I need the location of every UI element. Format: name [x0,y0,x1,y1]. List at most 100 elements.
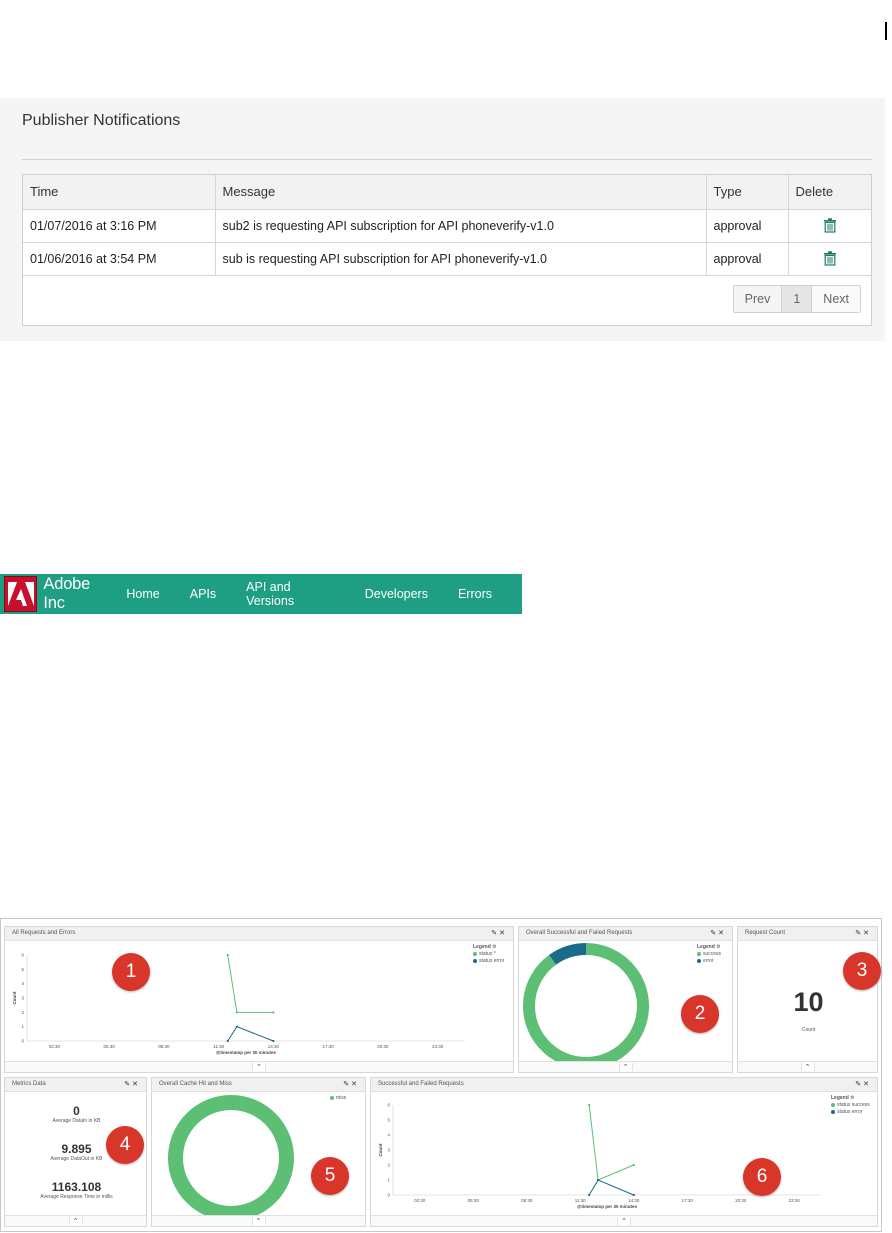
edit-icon[interactable]: ✎ [855,930,863,937]
collapse-caret-icon[interactable]: ⌃ [252,1063,266,1071]
x-tick-label: 05:30 [468,1198,480,1203]
callout-badge-3: 3 [843,952,881,990]
line-chart-success-failed: 0 1 2 3 4 5 6 02:30 05:30 08:30 11:30 14:30 17:30 20:… [378,1103,821,1209]
pagination: Prev 1 Next [732,285,861,313]
legend-item[interactable]: status * [473,951,504,958]
y-tick-label: 0 [21,1039,24,1044]
close-icon[interactable]: ✕ [718,930,726,937]
collapse-caret-icon[interactable]: ⌃ [617,1217,631,1225]
chart-legend: Legend ⚙ status success status error [831,1095,870,1116]
close-icon[interactable]: ✕ [132,1081,140,1088]
adobe-logo-icon [7,582,34,606]
legend-item[interactable]: status success [831,1102,870,1109]
nav-developers[interactable]: Developers [365,587,428,601]
x-tick-label: 02:30 [49,1044,61,1049]
edit-icon[interactable]: ✎ [855,1081,863,1088]
nav-api-and-versions[interactable]: API and Versions [246,580,335,608]
panel-title: All Requests and Errors [12,930,76,936]
row-time: 01/07/2016 at 3:16 PM [23,209,216,243]
x-tick-label: 20:30 [377,1044,389,1049]
notifications-title: Publisher Notifications [22,112,181,129]
y-tick-label: 4 [387,1133,390,1138]
collapse-caret-icon[interactable]: ⌃ [68,1217,83,1225]
close-icon[interactable]: ✕ [499,930,507,937]
chart-legend: miss [330,1095,346,1102]
panel-cache: Overall Cache Hit and Miss ✎✕ miss 5 ⌃ [151,1077,366,1227]
corner-mark [885,22,887,40]
panel-tools: ✎✕ [710,929,726,937]
close-icon[interactable]: ✕ [863,1081,871,1088]
y-tick-label: 3 [387,1148,390,1153]
collapse-caret-icon[interactable]: ⌃ [800,1063,815,1071]
panel-header: Overall Successful and Failed Requests ✎… [519,927,732,941]
donut-slice [523,943,649,1069]
x-tick-label: 11:30 [575,1198,586,1203]
notifications-table-box: Time Message Type Delete 01/07/2016 at 3… [22,174,872,326]
data-point [588,1103,591,1107]
panel-title: Overall Cache Hit and Miss [159,1081,232,1087]
row-message: sub2 is requesting API subscription for … [215,209,707,243]
edit-icon[interactable]: ✎ [124,1081,132,1088]
legend-item[interactable]: status error [831,1109,870,1116]
panel-tools: ✎✕ [491,929,507,937]
column-header-message[interactable]: Message [215,175,707,210]
trash-icon[interactable] [823,251,837,266]
panel-all-requests: All Requests and Errors ✎✕ 0 1 2 3 4 5 6 02:30 0… [4,926,514,1073]
data-point [596,1178,600,1182]
close-icon[interactable]: ✕ [351,1081,359,1088]
metric-label: Average Response Time in millis [40,1194,113,1200]
x-tick-label: 02:30 [414,1198,426,1203]
legend-title: Legend ⚙ [473,944,497,950]
panel-header: Successful and Failed Requests ✎✕ [371,1078,877,1092]
panel-footer: ⌃ [371,1215,877,1226]
collapse-caret-icon[interactable]: ⌃ [618,1063,633,1071]
panel-footer: ⌃ [738,1061,877,1072]
table-row: 01/07/2016 at 3:16 PM sub2 is requesting… [23,209,871,243]
row-type: approval [706,242,789,276]
analytics-dashboard: All Requests and Errors ✎✕ 0 1 2 3 4 5 6 02:30 0… [0,918,882,1232]
x-tick-label: 17:30 [682,1198,694,1203]
adobe-logo[interactable] [4,576,38,612]
column-header-type[interactable]: Type [706,175,789,210]
collapse-caret-icon[interactable]: ⌃ [251,1217,266,1225]
panel-title: Metrics Data [12,1081,46,1087]
nav-home[interactable]: Home [126,587,159,601]
y-tick-label: 1 [21,1024,24,1029]
series-line [227,1026,274,1042]
edit-icon[interactable]: ✎ [491,930,499,937]
legend-item[interactable]: status error [473,958,504,965]
chart-legend: Legend ⚙ status * status error [473,944,504,965]
panel-footer: ⌃ [152,1215,365,1226]
nav-errors[interactable]: Errors [458,587,492,601]
edit-icon[interactable]: ✎ [710,930,718,937]
panel-title: Request Count [745,930,786,936]
brand-name[interactable]: Adobe Inc [43,575,110,613]
legend-item[interactable]: success [697,951,721,958]
y-tick-label: 4 [21,981,24,986]
donut-slice [548,943,587,965]
prev-button[interactable]: Prev [733,286,782,312]
callout-badge-4: 4 [106,1126,144,1164]
callout-badge-5: 5 [311,1157,349,1195]
data-point [588,1193,591,1197]
x-tick-label: 17:30 [322,1044,334,1049]
table-header-row: Time Message Type Delete [23,175,871,210]
next-button[interactable]: Next [812,286,860,312]
edit-icon[interactable]: ✎ [343,1081,351,1088]
row-time: 01/06/2016 at 3:54 PM [23,242,216,276]
legend-item[interactable]: error [697,958,721,965]
table-row: 01/06/2016 at 3:54 PM sub is requesting … [23,242,871,276]
legend-item[interactable]: miss [330,1095,346,1102]
page-1-button[interactable]: 1 [781,286,813,312]
donut-chart-cache [168,1095,294,1221]
panel-metrics-data: Metrics Data ✎✕ 0 Average DataIn in KB 9… [4,1077,147,1227]
donut-chart-success [523,943,649,1069]
y-tick-label: 5 [21,967,24,972]
row-type: approval [706,209,789,243]
nav-apis[interactable]: APIs [190,587,216,601]
callout-badge-2: 2 [681,995,719,1033]
x-tick-label: 23:30 [432,1044,444,1049]
trash-icon[interactable] [823,218,837,233]
close-icon[interactable]: ✕ [863,930,871,937]
column-header-time[interactable]: Time [23,175,216,210]
